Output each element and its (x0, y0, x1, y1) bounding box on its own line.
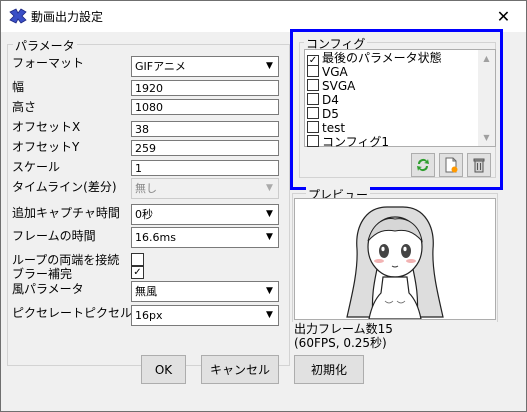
config-item-vga[interactable]: VGA (307, 65, 348, 79)
offset-y-field[interactable]: 259 (131, 140, 279, 156)
config-item-label: 最後のパラメータ状態 (322, 51, 442, 65)
scroll-down-icon[interactable]: ▼ (478, 129, 495, 146)
offset-x-label: オフセットX (12, 120, 81, 134)
blur-complement-checkbox[interactable]: ✓ (131, 266, 144, 279)
pixelate-select[interactable]: 16px ▼ (131, 305, 279, 326)
config-checkbox[interactable] (307, 65, 319, 77)
reset-button[interactable]: 初期化 (294, 355, 364, 384)
config-item-label: コンフィグ1 (322, 135, 390, 149)
config-checkbox[interactable] (307, 79, 319, 91)
config-scrollbar[interactable]: ▲ ▼ (478, 50, 495, 146)
format-value: GIFアニメ (135, 60, 186, 73)
config-item-d5[interactable]: D5 (307, 107, 339, 121)
parameters-group-label: パラメータ (13, 37, 77, 54)
chevron-down-icon: ▼ (266, 61, 273, 71)
config-checkbox[interactable] (307, 135, 319, 147)
new-config-button[interactable] (439, 153, 463, 177)
config-checkbox[interactable] (307, 93, 319, 105)
offset-x-field[interactable]: 38 (131, 121, 279, 137)
close-icon: ✕ (496, 7, 511, 26)
frame-time-label: フレームの時間 (12, 229, 96, 243)
timeline-value: 無し (135, 182, 157, 195)
extra-capture-label: 追加キャプチャ時間 (12, 206, 120, 220)
app-icon (9, 8, 27, 24)
format-label: フォーマット (12, 56, 85, 70)
loop-connect-checkbox[interactable] (131, 253, 144, 266)
scroll-up-icon[interactable]: ▲ (478, 50, 495, 67)
scale-label: スケール (12, 160, 61, 174)
preview-character-image (346, 206, 444, 320)
config-item-last-params[interactable]: ✓ 最後のパラメータ状態 (307, 51, 442, 67)
title-bar: 動画出力設定 ✕ (1, 1, 526, 32)
refresh-icon (417, 159, 429, 171)
config-item-label: D5 (322, 107, 339, 121)
config-item-svga[interactable]: SVGA (307, 79, 355, 93)
width-label: 幅 (12, 80, 25, 94)
wind-param-value: 無風 (135, 285, 157, 298)
chevron-down-icon: ▼ (266, 286, 273, 296)
height-field[interactable]: 1080 (131, 99, 279, 115)
config-checkbox[interactable] (307, 107, 319, 119)
config-item-test[interactable]: test (307, 121, 345, 135)
width-field[interactable]: 1920 (131, 80, 279, 96)
config-item-label: VGA (322, 65, 348, 79)
fps-duration-info: (60FPS, 0.25秒) (294, 336, 387, 350)
config-item-label: SVGA (322, 79, 356, 93)
delete-config-button[interactable] (467, 153, 491, 177)
config-checkbox[interactable] (307, 121, 319, 133)
pixelate-label: ピクセレートピクセル数 (12, 306, 145, 320)
offset-y-label: オフセットY (12, 140, 80, 154)
delete-icon (473, 158, 485, 173)
chevron-down-icon: ▼ (266, 310, 273, 320)
dialog-body: パラメータ フォーマット GIFアニメ ▼ 幅 1920 高さ 1080 オフセ… (1, 29, 526, 411)
config-list[interactable]: ✓ 最後のパラメータ状態 VGA SVGA D4 D5 test コンフィグ1 ▲… (304, 49, 496, 149)
frame-time-select[interactable]: 16.6ms ▼ (131, 227, 279, 248)
scale-field[interactable]: 1 (131, 160, 279, 176)
timeline-select: 無し ▼ (131, 178, 279, 199)
window-title: 動画出力設定 (31, 10, 104, 24)
config-item-label: test (322, 121, 346, 135)
pixelate-value: 16px (135, 309, 163, 322)
wind-param-label: 風パラメータ (12, 282, 84, 296)
ok-button[interactable]: OK (141, 355, 186, 384)
cancel-button[interactable]: キャンセル (201, 355, 279, 384)
chevron-down-icon: ▼ (266, 232, 273, 242)
config-item-label: D4 (322, 93, 339, 107)
extra-capture-select[interactable]: 0秒 ▼ (131, 204, 279, 225)
format-select[interactable]: GIFアニメ ▼ (131, 56, 279, 77)
timeline-label: タイムライン(差分) (12, 180, 117, 194)
chevron-down-icon: ▼ (266, 183, 273, 193)
dialog-window: 動画出力設定 ✕ パラメータ フォーマット GIFアニメ ▼ 幅 1920 高さ… (0, 0, 527, 412)
wind-param-select[interactable]: 無風 ▼ (131, 281, 279, 302)
refresh-config-button[interactable] (411, 153, 435, 177)
preview-area (294, 198, 496, 320)
close-button[interactable]: ✕ (481, 1, 526, 32)
height-label: 高さ (12, 100, 37, 114)
config-item-d4[interactable]: D4 (307, 93, 339, 107)
extra-capture-value: 0秒 (135, 208, 153, 221)
new-file-icon (445, 157, 458, 173)
chevron-down-icon: ▼ (266, 209, 273, 219)
frame-time-value: 16.6ms (135, 231, 176, 244)
config-item-config1[interactable]: コンフィグ1 (307, 135, 389, 149)
